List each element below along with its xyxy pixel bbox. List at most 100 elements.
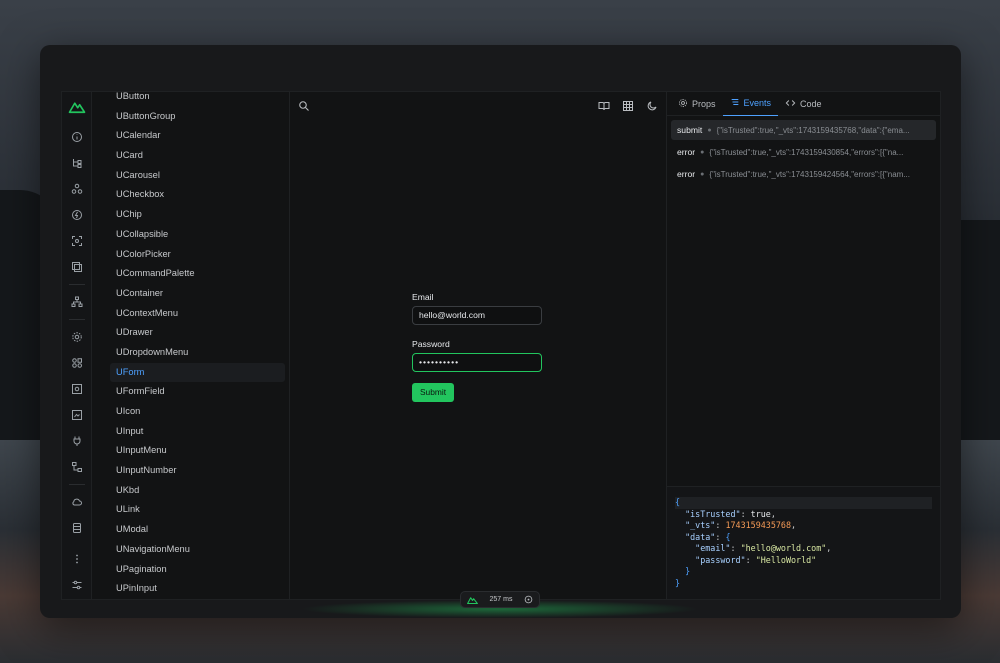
book-icon[interactable]	[598, 100, 610, 112]
inspector-tabs: Props Events Code	[667, 92, 940, 116]
component-list-item[interactable]: UChip	[92, 205, 289, 225]
component-list-item[interactable]: UForm	[110, 362, 285, 383]
gear-icon[interactable]	[69, 329, 85, 345]
tab-props[interactable]: Props	[671, 92, 723, 116]
component-list-item[interactable]: UCommandPalette	[92, 264, 289, 284]
component-list-item[interactable]: UPinInput	[92, 579, 289, 599]
database-icon[interactable]	[69, 520, 85, 536]
gear-icon	[678, 98, 688, 110]
password-field[interactable]: ••••••••••	[412, 353, 542, 372]
component-list-item[interactable]: UFormField	[92, 382, 289, 402]
moon-icon[interactable]	[646, 100, 658, 112]
list-icon	[730, 97, 740, 109]
component-list-item[interactable]: UInput	[92, 422, 289, 442]
flow-icon[interactable]	[69, 459, 85, 475]
json-key: "password"	[695, 554, 746, 565]
nuxt-logo-icon	[466, 596, 478, 604]
rail-divider	[68, 484, 85, 485]
component-list-item[interactable]: UCalendar	[92, 126, 289, 146]
component-list-item[interactable]: UInputMenu	[92, 441, 289, 461]
event-name: error	[677, 147, 696, 157]
target-icon[interactable]	[524, 595, 533, 604]
json-key: "data"	[685, 531, 716, 542]
component-list-item[interactable]: UPagination	[92, 560, 289, 580]
event-list: submit ● {"isTrusted":true,"_vts":174315…	[667, 116, 940, 190]
tab-label: Props	[692, 98, 716, 109]
nuxt-logo-icon[interactable]	[68, 98, 86, 116]
focus-icon[interactable]	[69, 233, 85, 249]
rail-divider	[68, 319, 85, 320]
tab-code[interactable]: Code	[778, 92, 829, 116]
email-field[interactable]: hello@world.com	[412, 306, 542, 325]
tab-events[interactable]: Events	[722, 92, 779, 116]
tab-label: Code	[800, 98, 822, 109]
component-list-item[interactable]: UModal	[92, 520, 289, 540]
preview-toolbar	[290, 92, 666, 120]
shapes-icon[interactable]	[69, 355, 85, 371]
component-list-item[interactable]: UCheckbox	[92, 185, 289, 205]
info-icon[interactable]	[69, 129, 85, 145]
code-icon	[785, 98, 796, 110]
component-list-item[interactable]: UColorPicker	[92, 245, 289, 265]
dot-icon: ●	[700, 170, 705, 178]
bolt-icon[interactable]	[69, 207, 85, 223]
login-form: Email hello@world.com Password •••••••••…	[412, 292, 542, 402]
status-pill[interactable]: 257 ms	[460, 591, 540, 608]
component-list-item[interactable]: UButton	[92, 92, 289, 107]
component-list-item[interactable]: UContextMenu	[92, 304, 289, 324]
plug-icon[interactable]	[69, 433, 85, 449]
email-label: Email	[412, 292, 434, 302]
render-time: 257 ms	[489, 596, 513, 603]
preview-pane: Email hello@world.com Password •••••••••…	[290, 92, 666, 599]
sliders-icon[interactable]	[69, 577, 85, 593]
component-list-item[interactable]: UNavigationMenu	[92, 540, 289, 560]
more-icon[interactable]	[69, 551, 85, 567]
tab-label: Events	[743, 98, 772, 108]
devtools-app: UButton UButtonGroup UCalendar UCard UCarous…	[61, 91, 941, 600]
media-icon[interactable]	[69, 407, 85, 423]
event-row[interactable]: submit ● {"isTrusted":true,"_vts":174315…	[671, 120, 936, 140]
json-value: "hello@world.com"	[740, 543, 827, 553]
component-list-item[interactable]: UKbd	[92, 481, 289, 501]
background-hill	[960, 220, 1000, 440]
component-list-item[interactable]: UButtonGroup	[92, 107, 289, 127]
json-value: "HelloWorld"	[755, 554, 817, 565]
grid-icon[interactable]	[622, 100, 634, 112]
event-payload: {"isTrusted":true,"_vts":1743159424564,"…	[709, 169, 910, 179]
icon-rail	[62, 92, 92, 599]
json-value: true	[750, 508, 771, 519]
event-name: submit	[677, 125, 703, 135]
json-key: "_vts"	[685, 520, 716, 530]
rail-divider	[68, 284, 85, 285]
json-value: 1743159435768	[725, 520, 792, 530]
submit-button[interactable]: Submit	[412, 383, 454, 402]
password-label: Password	[412, 339, 450, 349]
components-icon[interactable]	[69, 181, 85, 197]
dot-icon: ●	[700, 148, 705, 156]
component-list-item[interactable]: UCard	[92, 146, 289, 166]
cloud-icon[interactable]	[69, 494, 85, 510]
search-icon[interactable]	[298, 100, 310, 112]
component-list-item[interactable]: UCarousel	[92, 166, 289, 186]
event-row[interactable]: error ● {"isTrusted":true,"_vts":1743159…	[671, 142, 936, 162]
component-list-item[interactable]: ULink	[92, 500, 289, 520]
images-icon[interactable]	[69, 259, 85, 275]
component-list: UButton UButtonGroup UCalendar UCard UCarous…	[92, 92, 290, 599]
component-list-item[interactable]: UContainer	[92, 284, 289, 304]
component-list-item[interactable]: UIcon	[92, 402, 289, 422]
hierarchy-icon[interactable]	[69, 294, 85, 310]
component-list-item[interactable]: UDrawer	[92, 323, 289, 343]
component-list-item[interactable]: UInputNumber	[92, 461, 289, 481]
inspector-panel: Props Events Code submit ● {"isTrusted":…	[666, 92, 940, 599]
picture-icon[interactable]	[69, 381, 85, 397]
event-payload: {"isTrusted":true,"_vts":1743159430854,"…	[709, 147, 904, 157]
event-name: error	[677, 169, 696, 179]
event-row[interactable]: error ● {"isTrusted":true,"_vts":1743159…	[671, 164, 936, 184]
event-payload: {"isTrusted":true,"_vts":1743159435768,"…	[716, 125, 910, 135]
component-list-item[interactable]: UDropdownMenu	[92, 343, 289, 363]
tree-icon[interactable]	[69, 155, 85, 171]
json-key: "isTrusted"	[685, 508, 741, 519]
event-json-viewer: { "isTrusted": true, "_vts": 17431594357…	[667, 486, 940, 599]
dot-icon: ●	[707, 126, 712, 134]
component-list-item[interactable]: UCollapsible	[92, 225, 289, 245]
